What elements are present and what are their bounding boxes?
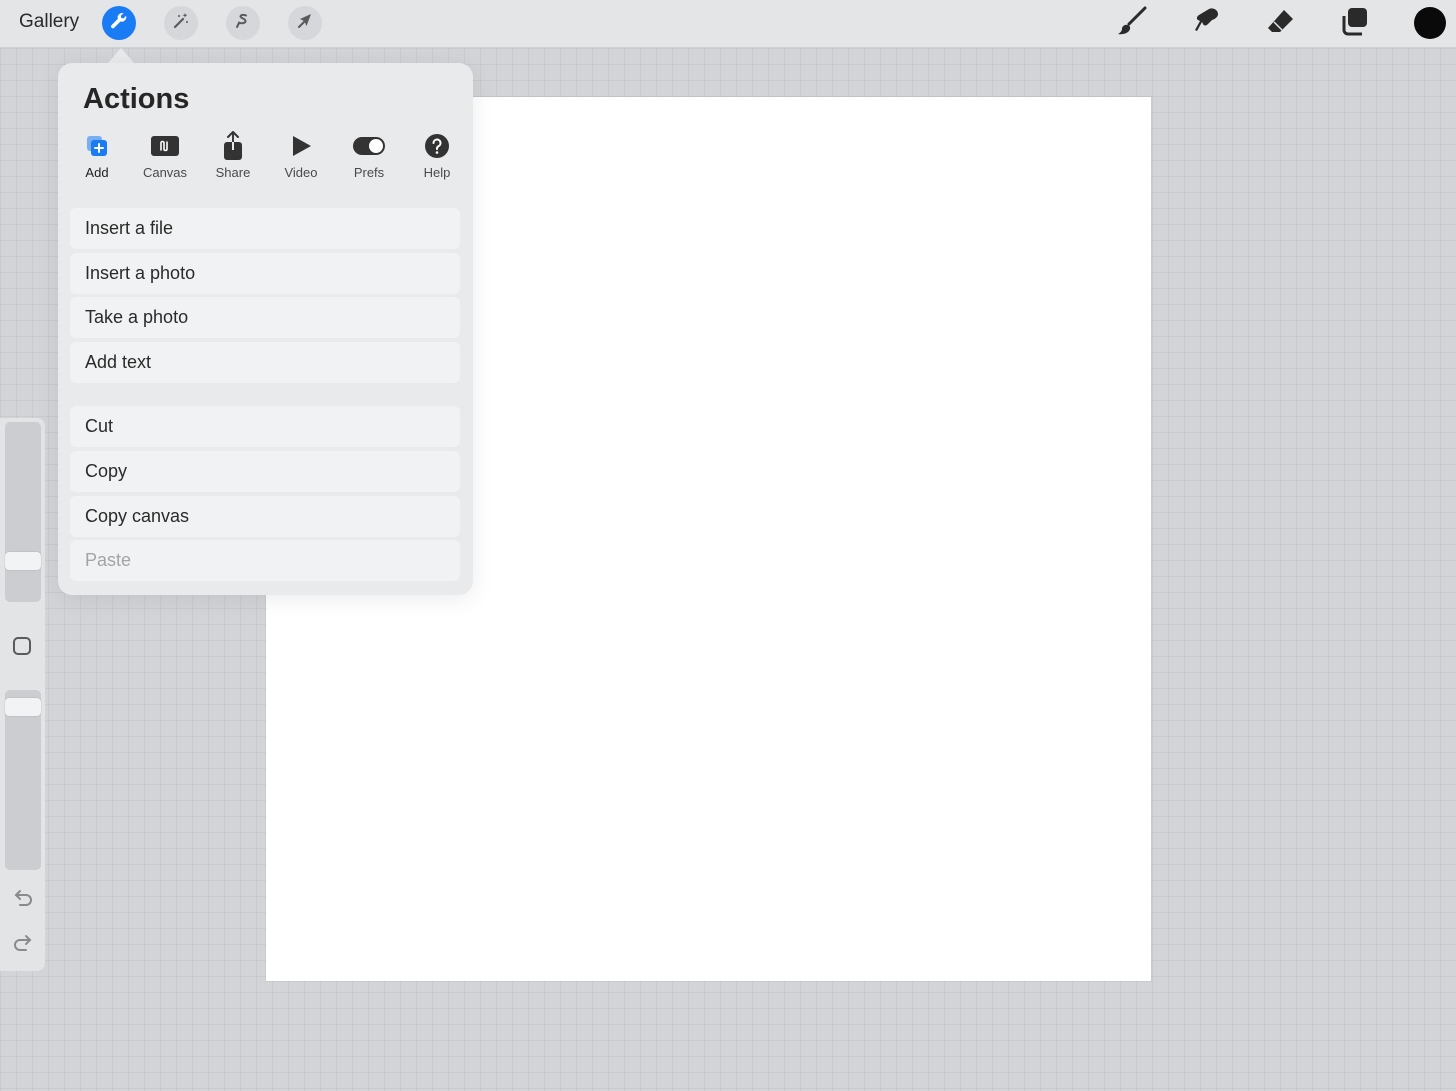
top-toolbar: Gallery xyxy=(0,0,1456,48)
modify-square-icon[interactable] xyxy=(13,637,31,655)
smudge-icon xyxy=(1190,4,1224,43)
cut-item[interactable]: Cut xyxy=(70,406,460,447)
tab-share-label: Share xyxy=(215,165,251,180)
brush-tool-button[interactable] xyxy=(1115,6,1149,40)
copy-canvas-item[interactable]: Copy canvas xyxy=(70,496,460,537)
tab-video-label: Video xyxy=(284,165,318,180)
add-icon xyxy=(85,134,109,163)
tab-video[interactable]: Video xyxy=(269,133,333,183)
adjustments-button[interactable] xyxy=(164,6,198,40)
gallery-button[interactable]: Gallery xyxy=(19,11,79,33)
take-photo-item[interactable]: Take a photo xyxy=(70,297,460,338)
insert-photo-item[interactable]: Insert a photo xyxy=(70,253,460,294)
eraser-icon xyxy=(1264,4,1298,43)
popover-title: Actions xyxy=(83,83,190,115)
brush-size-slider[interactable] xyxy=(5,422,41,602)
help-icon xyxy=(424,133,450,164)
tab-add-label: Add xyxy=(85,165,109,180)
share-icon xyxy=(221,130,245,166)
tab-add[interactable]: Add xyxy=(65,133,129,183)
copy-item[interactable]: Copy xyxy=(70,451,460,492)
tab-canvas-label: Canvas xyxy=(142,165,188,180)
redo-icon[interactable] xyxy=(11,933,35,953)
brush-size-slider-thumb[interactable] xyxy=(5,551,41,570)
selection-icon xyxy=(233,11,253,36)
layers-icon xyxy=(1338,4,1372,43)
brush-icon xyxy=(1115,4,1149,43)
tab-help[interactable]: Help xyxy=(405,133,469,183)
smudge-tool-button[interactable] xyxy=(1190,6,1224,40)
color-picker-button[interactable] xyxy=(1414,7,1446,39)
opacity-slider-thumb[interactable] xyxy=(5,698,41,717)
tab-prefs[interactable]: Prefs xyxy=(337,133,401,183)
layers-button[interactable] xyxy=(1338,6,1372,40)
paste-item: Paste xyxy=(70,540,460,581)
toggle-icon xyxy=(352,135,386,162)
eraser-tool-button[interactable] xyxy=(1264,6,1298,40)
insert-file-item[interactable]: Insert a file xyxy=(70,208,460,249)
actions-popover: Actions Add Canvas Share Video Prefs Hel xyxy=(58,63,473,595)
tab-help-label: Help xyxy=(423,165,451,180)
actions-wrench-button[interactable] xyxy=(102,6,136,40)
tab-prefs-label: Prefs xyxy=(353,165,385,180)
transform-arrow-icon xyxy=(295,11,315,36)
canvas-icon xyxy=(150,135,180,162)
add-text-item[interactable]: Add text xyxy=(70,342,460,383)
wrench-icon xyxy=(109,11,129,36)
undo-icon[interactable] xyxy=(11,888,35,908)
tab-share[interactable]: Share xyxy=(201,130,265,183)
video-play-icon xyxy=(289,134,313,163)
opacity-slider[interactable] xyxy=(5,690,41,870)
selection-button[interactable] xyxy=(226,6,260,40)
transform-button[interactable] xyxy=(288,6,322,40)
tab-canvas[interactable]: Canvas xyxy=(133,133,197,183)
popover-arrow xyxy=(108,48,134,63)
magic-wand-icon xyxy=(171,11,191,36)
